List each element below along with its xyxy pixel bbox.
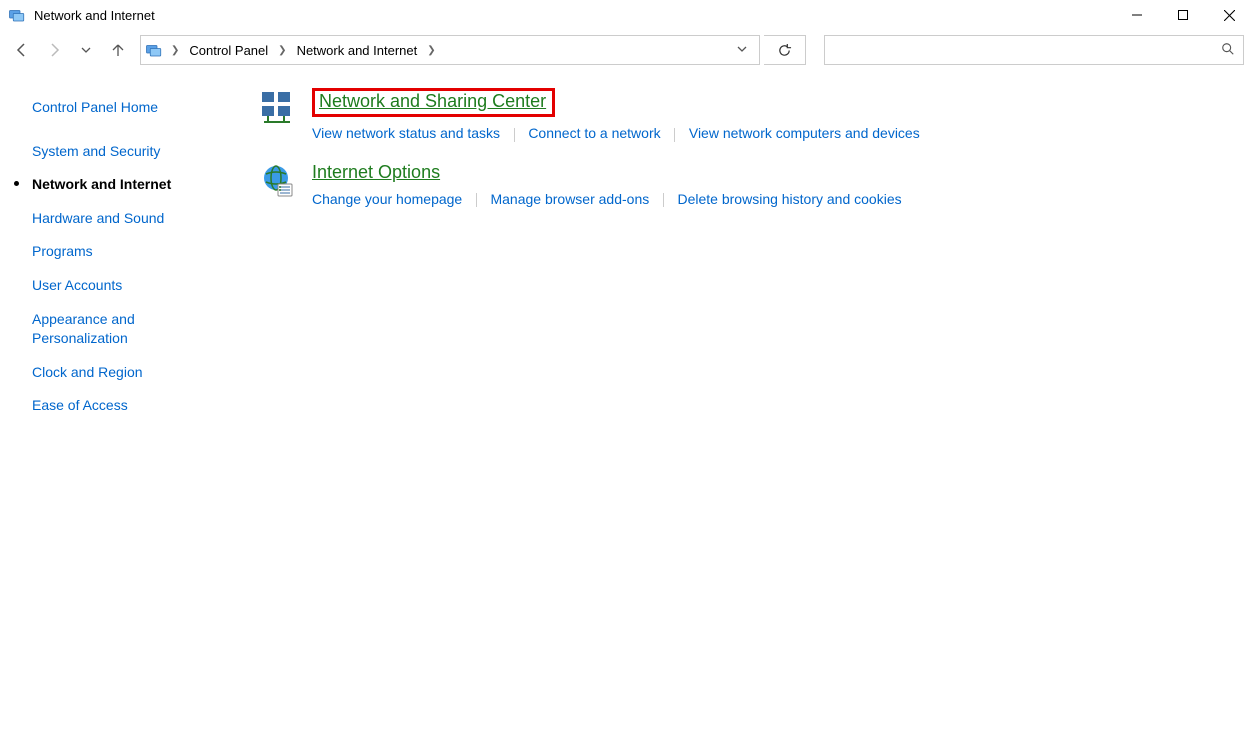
address-history-dropdown[interactable]	[729, 44, 755, 57]
category-title-network-sharing[interactable]: Network and Sharing Center	[312, 88, 555, 117]
breadcrumb-item[interactable]: Network and Internet	[293, 43, 422, 58]
minimize-button[interactable]	[1114, 0, 1160, 30]
link-change-homepage[interactable]: Change your homepage	[312, 191, 462, 207]
sidebar-item-ease-of-access[interactable]: Ease of Access	[20, 392, 228, 420]
internet-options-icon	[260, 164, 296, 200]
up-button[interactable]	[104, 36, 132, 64]
sidebar-home[interactable]: Control Panel Home	[20, 94, 228, 122]
chevron-right-icon[interactable]: ❯	[425, 45, 437, 56]
address-bar[interactable]: ❯ Control Panel ❯ Network and Internet ❯	[140, 35, 760, 65]
network-sharing-icon	[260, 90, 296, 126]
link-manage-addons[interactable]: Manage browser add-ons	[490, 191, 649, 207]
sidebar-item-network-internet[interactable]: Network and Internet	[20, 171, 228, 199]
link-delete-history[interactable]: Delete browsing history and cookies	[678, 191, 902, 207]
maximize-button[interactable]	[1160, 0, 1206, 30]
sidebar-item-system-security[interactable]: System and Security	[20, 138, 228, 166]
titlebar: Network and Internet	[0, 0, 1252, 30]
sublinks: View network status and tasks Connect to…	[312, 125, 920, 142]
separator	[514, 128, 515, 142]
recent-locations-button[interactable]	[72, 36, 100, 64]
sidebar-item-hardware-sound[interactable]: Hardware and Sound	[20, 205, 228, 233]
search-icon[interactable]	[1221, 42, 1235, 59]
window-title: Network and Internet	[34, 8, 155, 23]
sublinks: Change your homepage Manage browser add-…	[312, 191, 902, 208]
category-title-internet-options[interactable]: Internet Options	[312, 162, 440, 183]
link-view-network-status[interactable]: View network status and tasks	[312, 125, 500, 141]
app-icon	[8, 6, 26, 24]
forward-button[interactable]	[40, 36, 68, 64]
location-icon	[145, 41, 163, 59]
breadcrumb-item[interactable]: Control Panel	[185, 43, 272, 58]
sidebar: Control Panel Home System and Security N…	[0, 70, 240, 426]
separator	[476, 193, 477, 207]
search-box[interactable]	[824, 35, 1244, 65]
back-button[interactable]	[8, 36, 36, 64]
separator	[663, 193, 664, 207]
chevron-right-icon[interactable]: ❯	[276, 45, 288, 56]
category-internet-options: Internet Options Change your homepage Ma…	[260, 162, 1232, 208]
chevron-right-icon[interactable]: ❯	[169, 45, 181, 56]
sidebar-item-user-accounts[interactable]: User Accounts	[20, 272, 228, 300]
link-connect-network[interactable]: Connect to a network	[528, 125, 660, 141]
link-view-network-computers[interactable]: View network computers and devices	[689, 125, 920, 141]
category-network-sharing: Network and Sharing Center View network …	[260, 88, 1232, 142]
search-input[interactable]	[833, 43, 1221, 58]
refresh-button[interactable]	[764, 35, 806, 65]
separator	[674, 128, 675, 142]
sidebar-item-programs[interactable]: Programs	[20, 238, 228, 266]
sidebar-item-appearance[interactable]: Appearance and Personalization	[20, 306, 228, 353]
sidebar-item-clock-region[interactable]: Clock and Region	[20, 359, 228, 387]
close-button[interactable]	[1206, 0, 1252, 30]
content-area: Network and Sharing Center View network …	[240, 70, 1252, 426]
navbar: ❯ Control Panel ❯ Network and Internet ❯	[0, 30, 1252, 70]
